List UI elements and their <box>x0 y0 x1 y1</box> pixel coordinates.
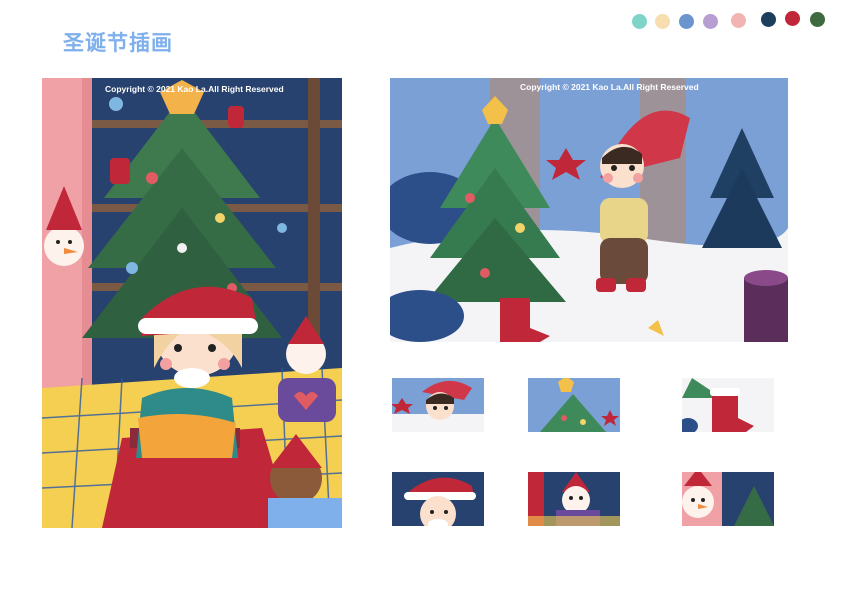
page-title: 圣诞节插画 <box>63 31 173 55</box>
boy-elf-scene <box>390 78 788 342</box>
swatch-pink <box>731 13 746 28</box>
swatch-green <box>810 12 825 27</box>
ornament-face-detail <box>682 472 774 526</box>
copyright-text: Copyright © 2021 Kao La.All Right Reserv… <box>520 82 699 92</box>
girl-face-detail <box>392 472 484 526</box>
swatch-cream <box>655 14 670 29</box>
swatch-blue <box>679 14 694 29</box>
left-illustration: Copyright © 2021 Kao La.All Right Reserv… <box>42 78 342 528</box>
copyright-text: Copyright © 2021 Kao La.All Right Reserv… <box>105 84 284 94</box>
tree-star-detail <box>528 378 620 432</box>
swatch-navy <box>761 12 776 27</box>
boy-elf-detail <box>392 378 484 432</box>
swatch-lavender <box>703 14 718 29</box>
swatch-red <box>785 11 800 26</box>
right-illustration: Copyright © 2021 Kao La.All Right Reserv… <box>390 78 788 342</box>
swatch-mint <box>632 14 647 29</box>
stocking-detail <box>682 378 774 432</box>
snowman-detail <box>528 472 620 526</box>
girl-tree-scene <box>42 78 342 528</box>
